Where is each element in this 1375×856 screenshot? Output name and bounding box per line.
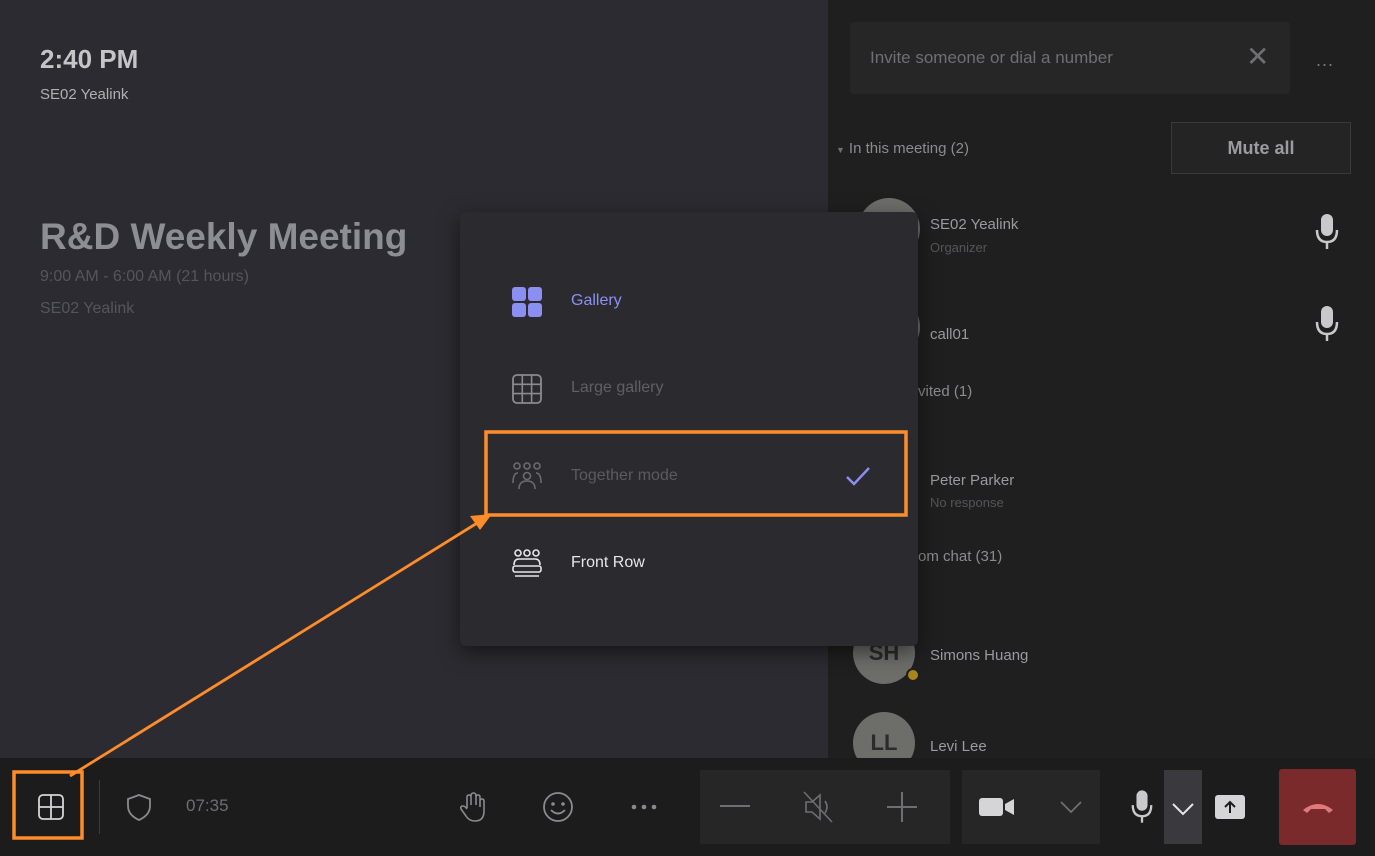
- invited-status: No response: [930, 495, 1004, 510]
- invited-name: Peter Parker: [930, 472, 1015, 489]
- menu-item-front-row[interactable]: Front Row: [460, 534, 918, 594]
- microphone-icon[interactable]: [1130, 788, 1154, 826]
- speaker-muted-icon[interactable]: [802, 790, 836, 824]
- device-name: SE02 Yealink: [40, 86, 129, 103]
- meeting-time-range: 9:00 AM - 6:00 AM (21 hours): [40, 268, 249, 285]
- menu-item-label: Large gallery: [571, 379, 664, 396]
- clock-time: 2:40 PM: [40, 44, 139, 74]
- in-meeting-label: In this meeting (2): [848, 140, 969, 157]
- volume-down-icon[interactable]: [720, 804, 750, 808]
- in-meeting-section-header[interactable]: ▼ In this meeting (2): [836, 140, 969, 157]
- call-timer: 07:35: [186, 796, 229, 815]
- participant-name: SE02 Yealink: [930, 216, 1019, 233]
- clear-icon[interactable]: ✕: [1246, 40, 1269, 73]
- chat-member-name: Levi Lee: [930, 738, 987, 755]
- invite-input[interactable]: Invite someone or dial a number ✕: [850, 22, 1290, 94]
- menu-item-gallery[interactable]: Gallery: [460, 272, 918, 332]
- chevron-down-icon: [1172, 803, 1194, 816]
- microphone-icon[interactable]: [1314, 304, 1340, 344]
- away-status-icon: [906, 668, 920, 682]
- menu-item-together-mode[interactable]: Together mode: [460, 447, 918, 507]
- meeting-toolbar: 07:35: [0, 758, 1375, 856]
- hang-up-icon: [1303, 804, 1333, 813]
- meeting-title: R&D Weekly Meeting: [40, 216, 408, 257]
- meeting-organizer: SE02 Yealink: [40, 300, 135, 317]
- microphone-icon[interactable]: [1314, 212, 1340, 252]
- invite-placeholder: Invite someone or dial a number: [870, 48, 1113, 67]
- layout-icon[interactable]: [36, 792, 66, 822]
- chat-section-header[interactable]: om chat (31): [918, 548, 1002, 565]
- gallery-icon: [512, 287, 542, 317]
- layout-menu: Gallery Large gallery Together mode Fron…: [460, 212, 918, 646]
- together-mode-icon: [512, 462, 542, 490]
- menu-item-label: Gallery: [571, 292, 622, 309]
- toolbar-divider: [99, 780, 100, 834]
- menu-item-label: Front Row: [571, 554, 645, 571]
- menu-item-label: Together mode: [571, 467, 678, 484]
- share-icon[interactable]: [1214, 794, 1246, 820]
- chevron-down-icon[interactable]: [1059, 800, 1083, 814]
- checkmark-icon: [846, 467, 870, 486]
- participant-role: Organizer: [930, 240, 988, 255]
- large-gallery-icon: [512, 374, 542, 404]
- panel-more-icon[interactable]: ...: [1316, 50, 1334, 71]
- camera-icon[interactable]: [978, 795, 1016, 819]
- chat-member-name: Simons Huang: [930, 647, 1029, 664]
- hang-up-button[interactable]: [1279, 769, 1356, 845]
- menu-item-large-gallery[interactable]: Large gallery: [460, 359, 918, 419]
- mute-all-button[interactable]: Mute all: [1171, 122, 1351, 174]
- caret-down-icon: ▼: [836, 145, 845, 155]
- reactions-icon[interactable]: [541, 790, 575, 824]
- raise-hand-icon[interactable]: [458, 790, 488, 824]
- volume-up-icon[interactable]: [887, 792, 917, 822]
- front-row-icon: [512, 549, 542, 577]
- shield-icon[interactable]: [124, 792, 154, 822]
- invited-section-header[interactable]: vited (1): [918, 383, 972, 400]
- participant-name: call01: [930, 326, 970, 343]
- more-icon[interactable]: [629, 802, 659, 812]
